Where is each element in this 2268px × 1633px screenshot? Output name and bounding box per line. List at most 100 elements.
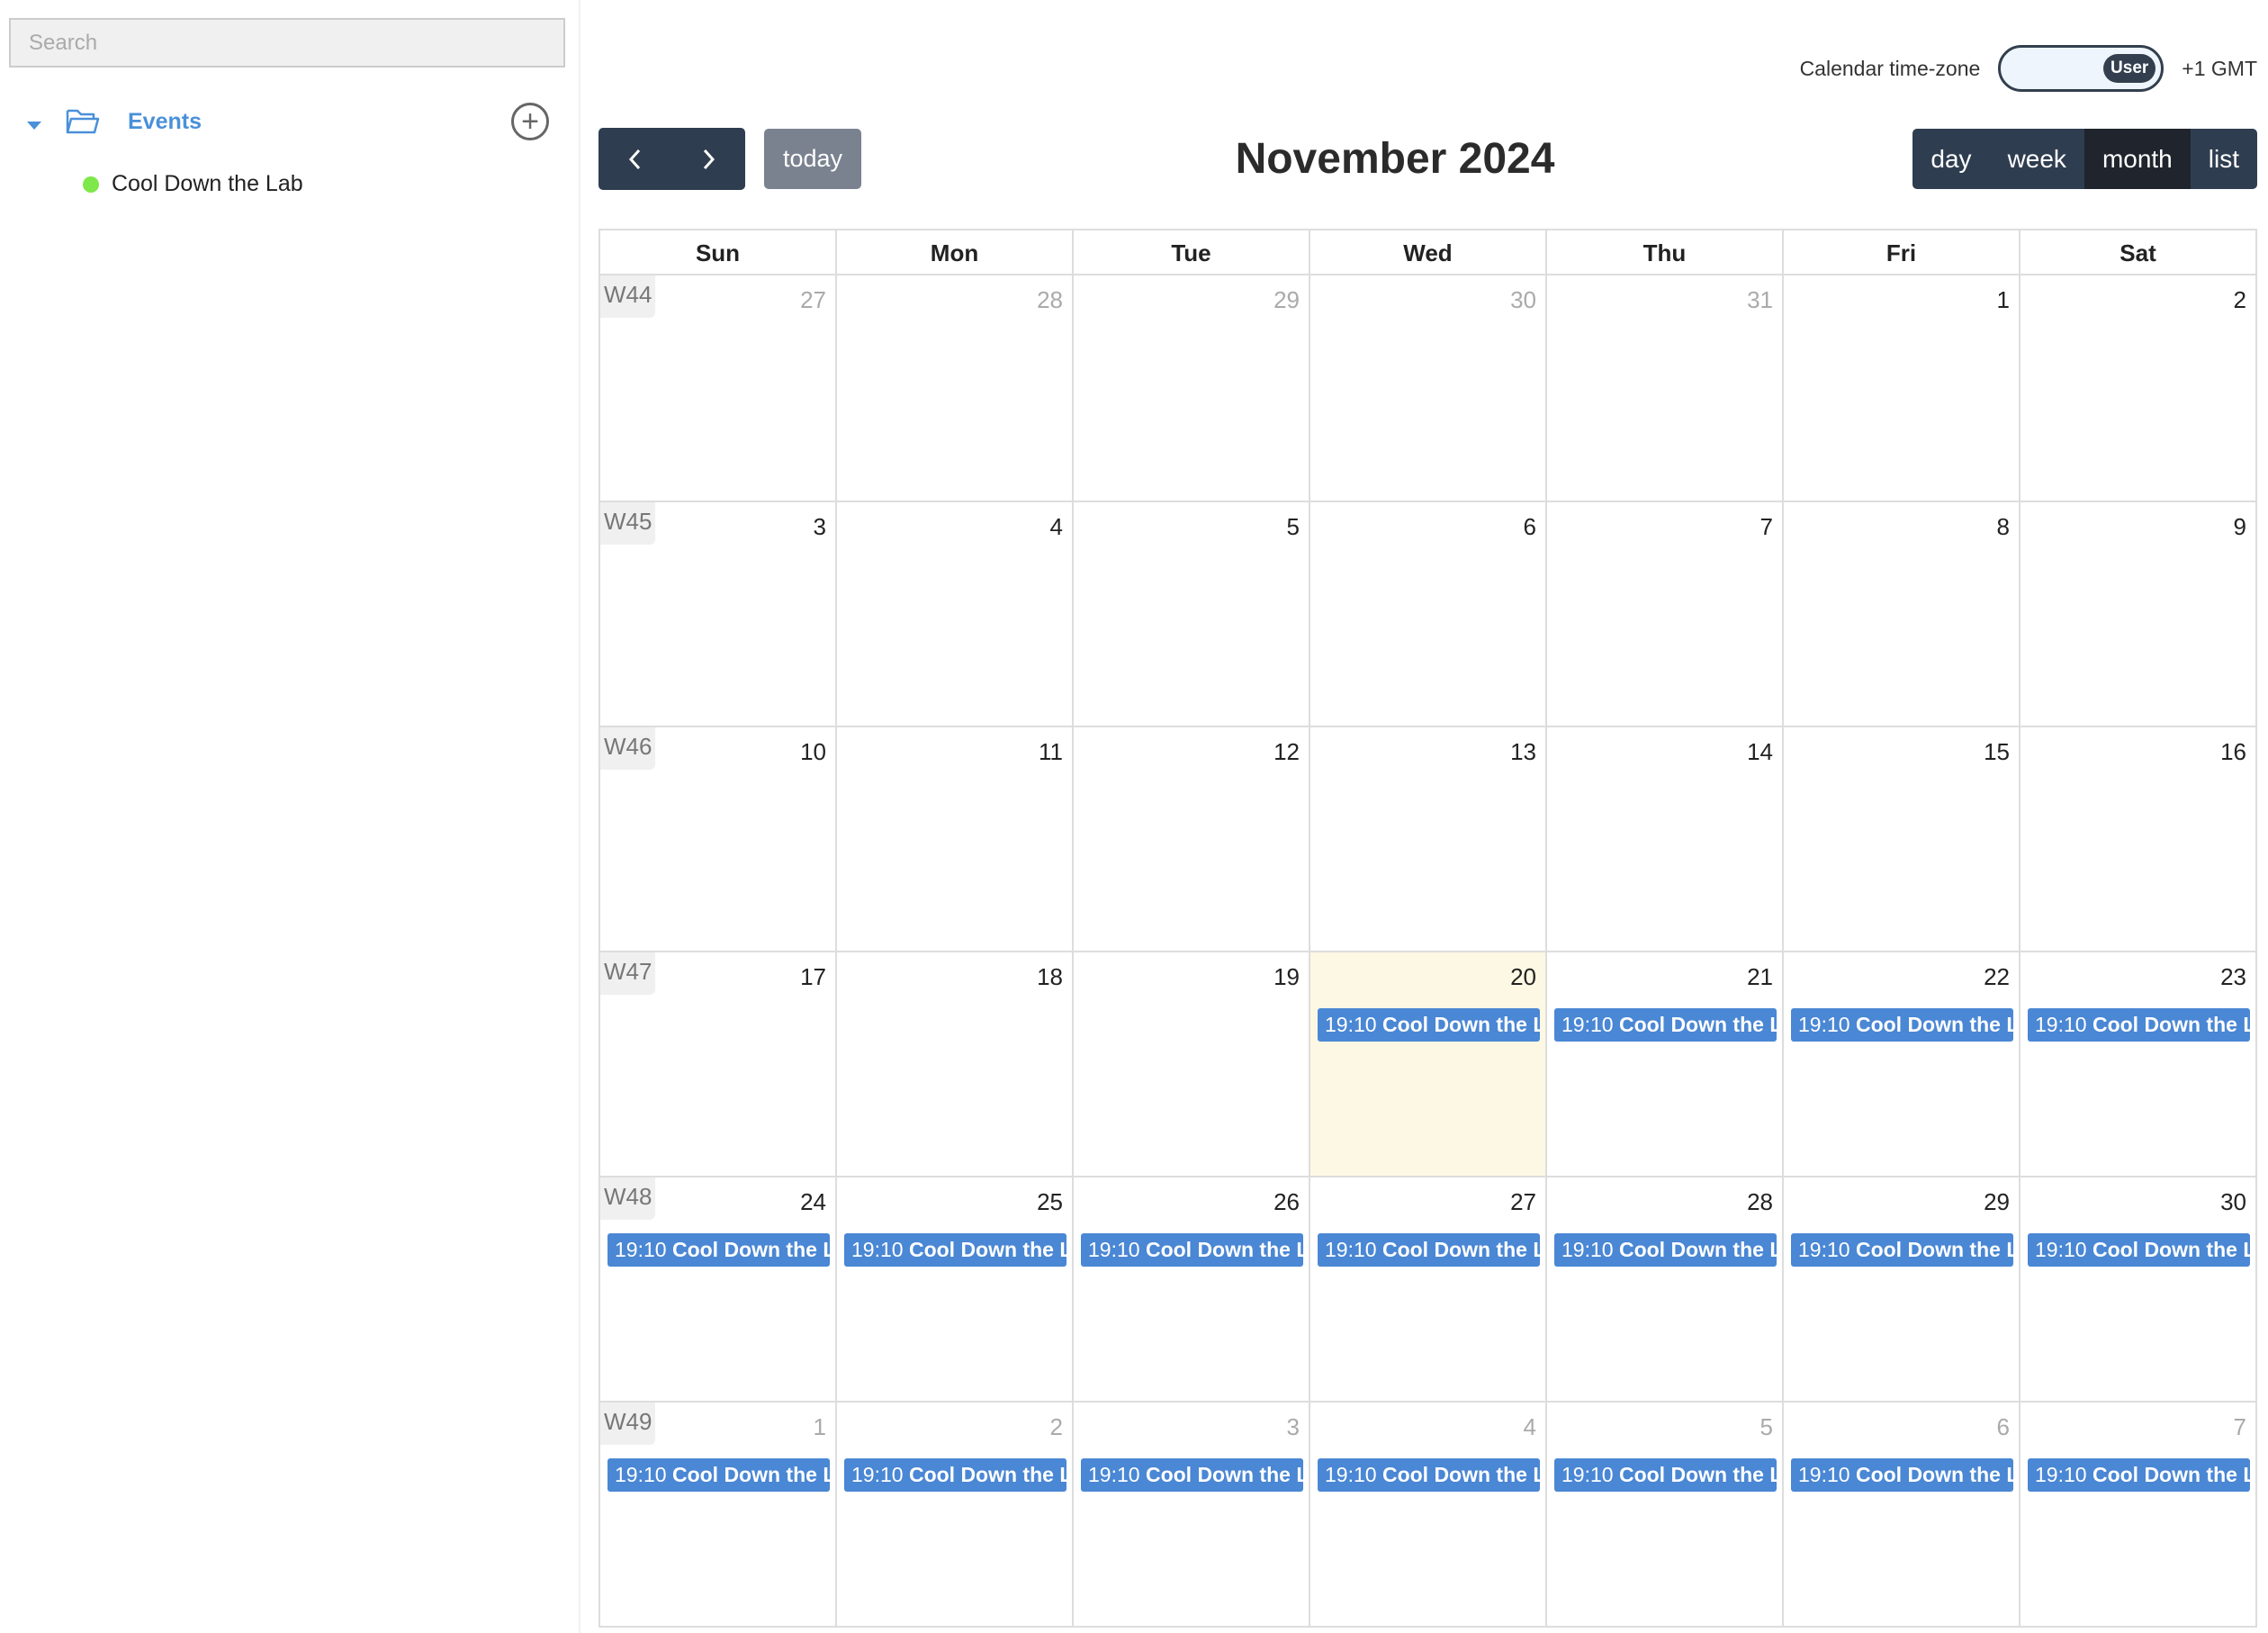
day-number[interactable]: 14	[1747, 738, 1773, 766]
next-button[interactable]	[672, 128, 746, 190]
event-chip[interactable]: 19:10 Cool Down the La	[1791, 1458, 2013, 1492]
day-cell[interactable]: 2 19:10 Cool Down the La	[835, 1403, 1072, 1626]
day-cell[interactable]: 25 19:10 Cool Down the La	[835, 1177, 1072, 1401]
day-number[interactable]: 30	[2220, 1188, 2246, 1216]
event-chip[interactable]: 19:10 Cool Down the La	[1318, 1008, 1540, 1042]
day-cell[interactable]: 5 19:10 Cool Down the La	[1545, 1403, 1782, 1626]
day-number[interactable]: 4	[1524, 1413, 1536, 1441]
day-number[interactable]: 28	[1747, 1188, 1773, 1216]
search-input[interactable]	[9, 18, 565, 68]
day-cell[interactable]: 4 19:10 Cool Down the La	[1309, 1403, 1545, 1626]
day-cell[interactable]: 29	[1072, 275, 1309, 501]
day-number[interactable]: 11	[1039, 738, 1063, 766]
day-cell[interactable]: 31	[1545, 275, 1782, 501]
day-number[interactable]: 4	[1050, 513, 1063, 541]
day-number[interactable]: 6	[1524, 513, 1536, 541]
week-number[interactable]: W45	[600, 502, 656, 545]
day-number[interactable]: 30	[1510, 286, 1536, 314]
event-chip[interactable]: 19:10 Cool Down the La	[1554, 1458, 1777, 1492]
timezone-toggle[interactable]: User	[1998, 45, 2164, 92]
day-cell[interactable]: 15	[1782, 727, 2019, 951]
week-number[interactable]: W48	[600, 1177, 656, 1220]
events-folder-row[interactable]: Events +	[27, 101, 549, 142]
day-number[interactable]: 1	[1997, 286, 2010, 314]
day-cell[interactable]: W44 27	[600, 275, 835, 501]
calendar-item[interactable]: Cool Down the Lab	[83, 171, 303, 197]
day-number[interactable]: 21	[1747, 963, 1773, 991]
view-day-button[interactable]: day	[1912, 129, 1989, 189]
events-folder-label[interactable]: Events	[128, 109, 202, 135]
day-cell[interactable]: 11	[835, 727, 1072, 951]
day-number[interactable]: 16	[2220, 738, 2246, 766]
event-chip[interactable]: 19:10 Cool Down the La	[608, 1458, 830, 1492]
day-cell[interactable]: 18	[835, 952, 1072, 1176]
view-month-button[interactable]: month	[2084, 129, 2191, 189]
day-cell[interactable]: 3 19:10 Cool Down the La	[1072, 1403, 1309, 1626]
week-number[interactable]: W49	[600, 1403, 656, 1445]
day-number[interactable]: 22	[1984, 963, 2010, 991]
day-cell[interactable]: 30	[1309, 275, 1545, 501]
day-number[interactable]: 10	[800, 738, 826, 766]
event-chip[interactable]: 19:10 Cool Down the La	[1081, 1458, 1303, 1492]
day-cell[interactable]: W48 24 19:10 Cool Down the La	[600, 1177, 835, 1401]
event-chip[interactable]: 19:10 Cool Down the La	[1554, 1008, 1777, 1042]
day-number[interactable]: 8	[1997, 513, 2010, 541]
caret-down-icon[interactable]	[27, 121, 41, 130]
day-cell[interactable]: 22 19:10 Cool Down the La	[1782, 952, 2019, 1176]
day-cell[interactable]: 8	[1782, 502, 2019, 726]
event-chip[interactable]: 19:10 Cool Down the La	[2028, 1458, 2250, 1492]
day-cell[interactable]: 19	[1072, 952, 1309, 1176]
day-cell[interactable]: 7	[1545, 502, 1782, 726]
event-chip[interactable]: 19:10 Cool Down the La	[608, 1233, 830, 1267]
event-chip[interactable]: 19:10 Cool Down the La	[1081, 1233, 1303, 1267]
event-chip[interactable]: 19:10 Cool Down the La	[2028, 1008, 2250, 1042]
day-number[interactable]: 2	[2234, 286, 2246, 314]
day-cell[interactable]: 23 19:10 Cool Down the La	[2019, 952, 2255, 1176]
event-chip[interactable]: 19:10 Cool Down the La	[2028, 1233, 2250, 1267]
day-number[interactable]: 12	[1274, 738, 1300, 766]
day-cell[interactable]: 16	[2019, 727, 2255, 951]
day-number[interactable]: 5	[1760, 1413, 1773, 1441]
day-cell[interactable]: 9	[2019, 502, 2255, 726]
day-number[interactable]: 15	[1984, 738, 2010, 766]
day-number[interactable]: 29	[1984, 1188, 2010, 1216]
day-number[interactable]: 25	[1037, 1188, 1063, 1216]
view-list-button[interactable]: list	[2191, 129, 2257, 189]
day-number[interactable]: 5	[1287, 513, 1300, 541]
day-cell[interactable]: 28 19:10 Cool Down the La	[1545, 1177, 1782, 1401]
week-number[interactable]: W47	[600, 952, 656, 995]
plus-circle-icon[interactable]: +	[511, 103, 549, 140]
day-cell[interactable]: 13	[1309, 727, 1545, 951]
day-cell[interactable]: 21 19:10 Cool Down the La	[1545, 952, 1782, 1176]
day-number[interactable]: 31	[1747, 286, 1773, 314]
day-number[interactable]: 20	[1510, 963, 1536, 991]
today-button[interactable]: today	[764, 129, 861, 189]
day-cell[interactable]: W45 3	[600, 502, 835, 726]
day-number[interactable]: 7	[2234, 1413, 2246, 1441]
day-number[interactable]: 28	[1037, 286, 1063, 314]
day-cell[interactable]: 6	[1309, 502, 1545, 726]
day-cell[interactable]: 28	[835, 275, 1072, 501]
day-cell[interactable]: 27 19:10 Cool Down the La	[1309, 1177, 1545, 1401]
event-chip[interactable]: 19:10 Cool Down the La	[844, 1458, 1066, 1492]
week-number[interactable]: W44	[600, 275, 656, 318]
day-cell[interactable]: 1	[1782, 275, 2019, 501]
day-cell[interactable]: 7 19:10 Cool Down the La	[2019, 1403, 2255, 1626]
day-cell[interactable]: 26 19:10 Cool Down the La	[1072, 1177, 1309, 1401]
day-cell[interactable]: 2	[2019, 275, 2255, 501]
day-number[interactable]: 17	[800, 963, 826, 991]
event-chip[interactable]: 19:10 Cool Down the La	[1318, 1458, 1540, 1492]
day-cell[interactable]: W47 17	[600, 952, 835, 1176]
day-number[interactable]: 13	[1510, 738, 1536, 766]
event-chip[interactable]: 19:10 Cool Down the La	[1318, 1233, 1540, 1267]
day-cell[interactable]: 20 19:10 Cool Down the La	[1309, 952, 1545, 1176]
day-number[interactable]: 27	[800, 286, 826, 314]
day-number[interactable]: 24	[800, 1188, 826, 1216]
view-week-button[interactable]: week	[1990, 129, 2084, 189]
day-number[interactable]: 7	[1760, 513, 1773, 541]
day-cell[interactable]: W49 1 19:10 Cool Down the La	[600, 1403, 835, 1626]
day-cell[interactable]: W46 10	[600, 727, 835, 951]
event-chip[interactable]: 19:10 Cool Down the La	[1554, 1233, 1777, 1267]
day-cell[interactable]: 4	[835, 502, 1072, 726]
day-number[interactable]: 27	[1510, 1188, 1536, 1216]
